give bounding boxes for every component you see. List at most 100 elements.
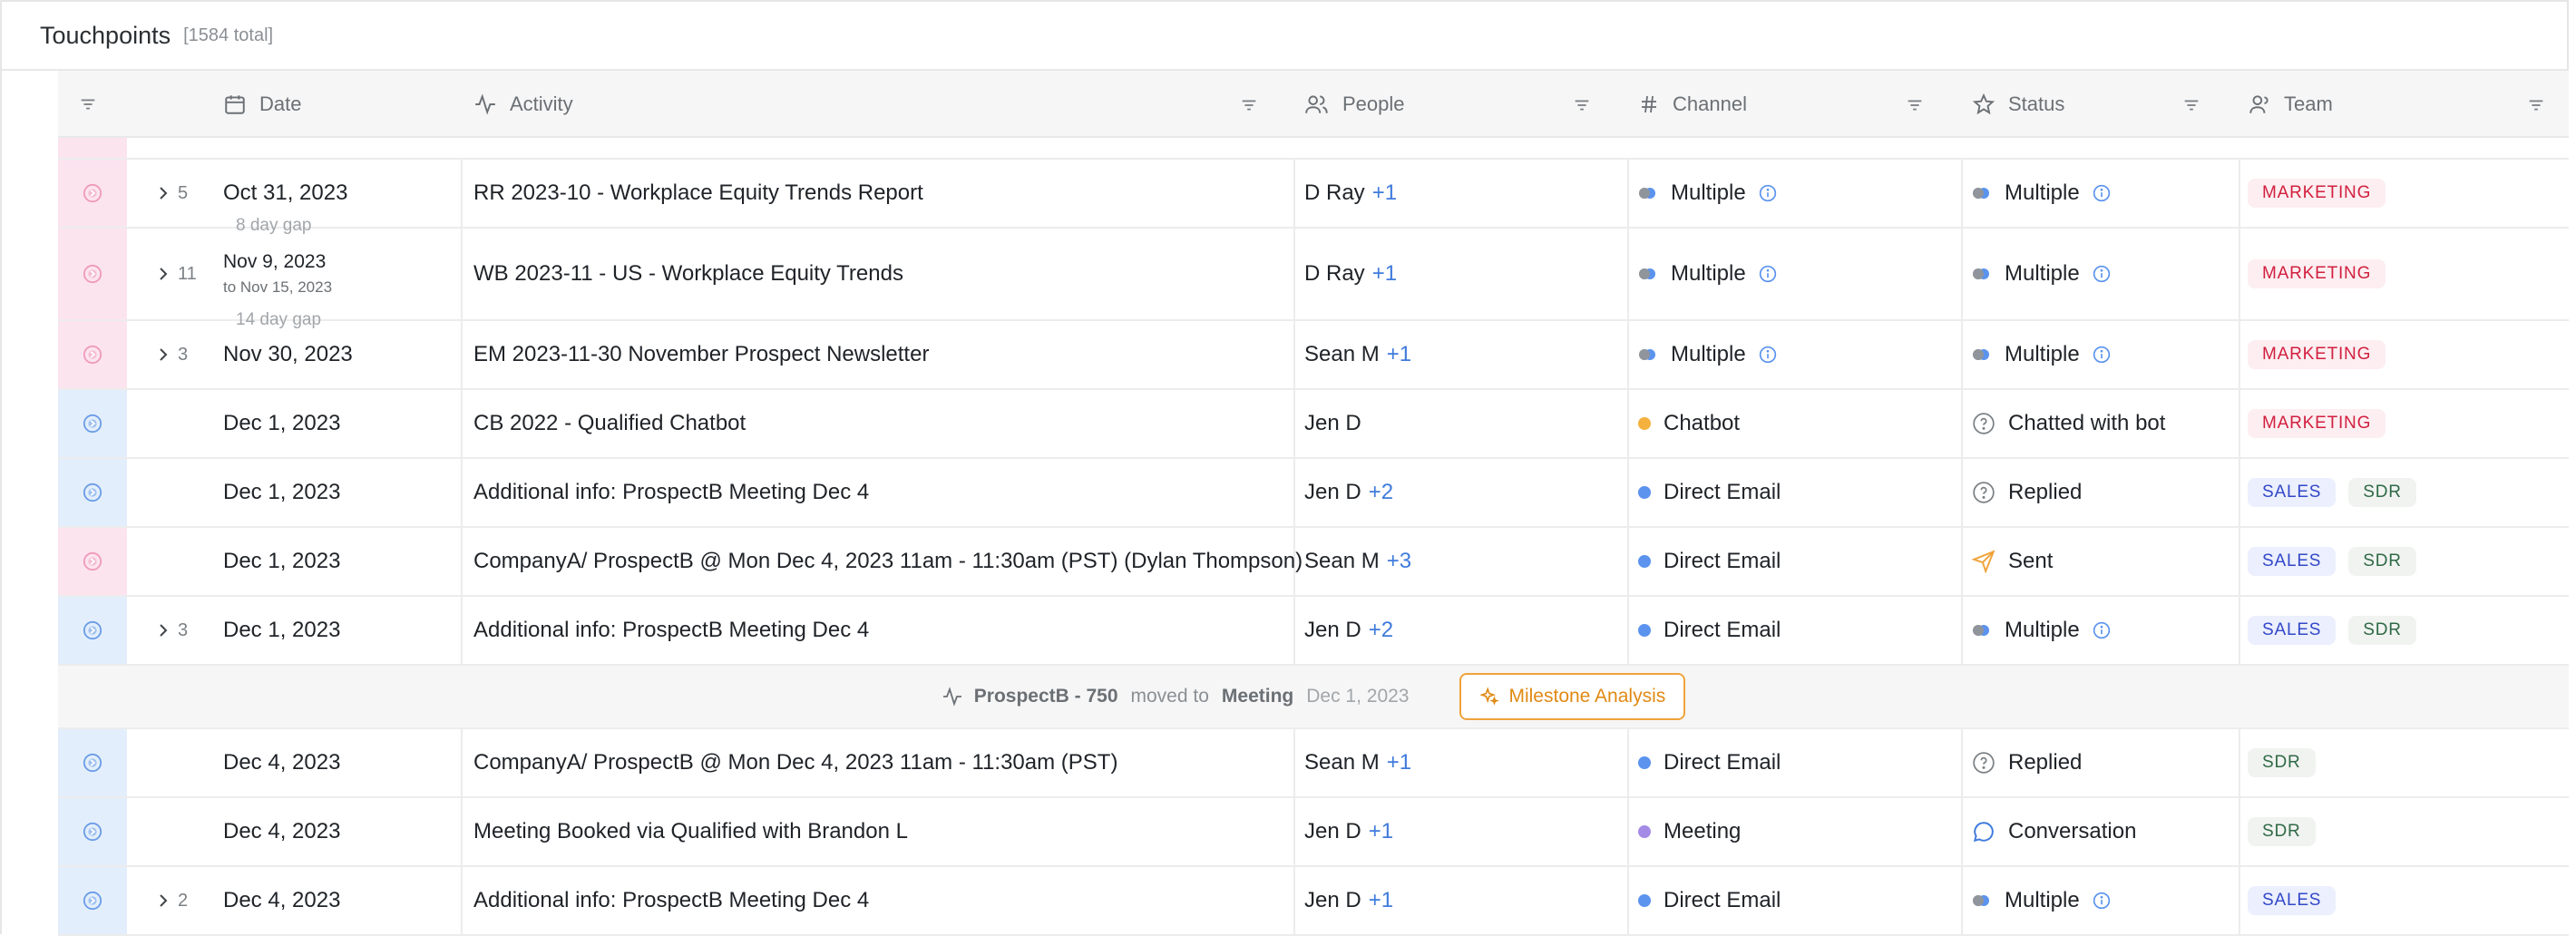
expand-toggle[interactable]: 5 [156, 160, 188, 227]
table-row[interactable]: Dec 4, 2023 CompanyA/ ProspectB @ Mon Dec… [58, 729, 2569, 798]
more-people-count[interactable]: +1 [1387, 750, 1411, 775]
people-cell[interactable]: Jen D +2 [1304, 597, 1393, 664]
channel-name: Chatbot [1664, 411, 1741, 435]
header-filter-all[interactable] [78, 71, 111, 138]
date-cell: Dec 4, 2023 [223, 729, 340, 796]
milestone-analysis-button[interactable]: Milestone Analysis [1459, 673, 1686, 720]
team-filter-icon[interactable] [2526, 95, 2546, 115]
more-people-count[interactable]: +1 [1387, 342, 1411, 367]
column-header-status[interactable]: Status [1972, 71, 2064, 138]
chevron-right-icon [160, 268, 168, 280]
status-filter-icon[interactable] [2181, 95, 2201, 115]
email-dot-icon [1638, 486, 1651, 499]
column-divider [2239, 321, 2240, 388]
activity-filter-icon[interactable] [1239, 95, 1259, 115]
table-row[interactable]: 5 Oct 31, 2023 RR 2023-10 - Workplace Equi… [58, 160, 2569, 229]
people-cell[interactable]: Sean M +1 [1304, 321, 1411, 388]
people-cell[interactable]: D Ray +1 [1304, 229, 1397, 319]
more-people-count[interactable]: +1 [1372, 180, 1397, 206]
touchpoint-icon[interactable] [83, 551, 102, 571]
column-header-date[interactable]: Date [223, 71, 301, 138]
email-dot-icon [1638, 894, 1651, 907]
status-cell: Multiple [1972, 321, 2111, 388]
people-cell[interactable]: Sean M +3 [1304, 528, 1411, 595]
expand-toggle[interactable]: 2 [156, 867, 188, 934]
people-cell[interactable]: Sean M +1 [1304, 729, 1411, 796]
info-icon[interactable] [1759, 346, 1777, 364]
more-people-count[interactable]: +1 [1372, 261, 1397, 287]
more-people-count[interactable]: +2 [1369, 618, 1393, 643]
touchpoint-icon[interactable] [83, 891, 102, 911]
team-badge: MARKETING [2248, 179, 2386, 208]
multiple-dots-icon [1638, 187, 1658, 200]
people-cell[interactable]: Jen D [1304, 390, 1361, 457]
team-badge: SDR [2248, 817, 2316, 846]
people-cell[interactable]: D Ray +1 [1304, 160, 1397, 227]
team-cell: SALES SDR [2248, 459, 2429, 526]
info-icon[interactable] [2093, 346, 2111, 364]
row-marker [58, 798, 127, 865]
touchpoint-icon[interactable] [83, 345, 102, 365]
activity-cell[interactable]: Additional info: ProspectB Meeting Dec 4 [473, 459, 869, 526]
info-icon[interactable] [1759, 184, 1777, 202]
people-filter-icon[interactable] [1572, 95, 1592, 115]
column-divider [461, 798, 463, 865]
person-name: D Ray [1304, 180, 1365, 205]
filter-icon[interactable] [78, 94, 98, 114]
column-header-channel[interactable]: Channel [1638, 71, 1747, 138]
expand-toggle[interactable]: 3 [156, 321, 188, 388]
column-divider [1961, 528, 1963, 595]
column-header-people[interactable]: People [1304, 71, 1405, 138]
activity-cell[interactable]: Additional info: ProspectB Meeting Dec 4 [473, 597, 869, 664]
info-icon[interactable] [2093, 621, 2111, 639]
table-row[interactable]: 2 Dec 4, 2023 Additional info: ProspectB M… [58, 867, 2569, 936]
table-row[interactable]: Dec 1, 2023 CompanyA/ ProspectB @ Mon Dec… [58, 528, 2569, 597]
activity-cell[interactable]: CB 2022 - Qualified Chatbot [473, 390, 746, 457]
column-divider [2239, 160, 2240, 227]
more-people-count[interactable]: +1 [1369, 888, 1393, 913]
column-divider [461, 459, 463, 526]
activity-cell[interactable]: CompanyA/ ProspectB @ Mon Dec 4, 2023 11… [473, 729, 1117, 796]
people-cell[interactable]: Jen D +2 [1304, 459, 1393, 526]
column-header-activity[interactable]: Activity [473, 71, 573, 138]
table-row[interactable]: Dec 1, 2023 CB 2022 - Qualified Chatbot Je… [58, 390, 2569, 459]
team-badge: SALES [2248, 886, 2337, 915]
expand-count: 5 [178, 182, 189, 203]
column-divider [1961, 160, 1963, 227]
activity-cell[interactable]: EM 2023-11-30 November Prospect Newslett… [473, 321, 929, 388]
expand-toggle[interactable]: 11 [156, 229, 197, 319]
touchpoint-icon[interactable] [83, 753, 102, 773]
activity-cell[interactable]: RR 2023-10 - Workplace Equity Trends Rep… [473, 160, 923, 227]
info-icon[interactable] [2093, 265, 2111, 283]
activity-name: Meeting Booked via Qualified with Brando… [473, 819, 908, 843]
activity-name: RR 2023-10 - Workplace Equity Trends Rep… [473, 180, 923, 205]
touchpoint-icon[interactable] [83, 183, 102, 203]
column-header-team[interactable]: Team [2248, 71, 2333, 138]
touchpoint-icon[interactable] [83, 620, 102, 640]
column-divider [1627, 867, 1629, 934]
table-row[interactable]: 11 Nov 9, 2023 to Nov 15, 2023 WB 2023-11 -… [58, 229, 2569, 321]
table-row[interactable]: Dec 1, 2023 Additional info: ProspectB Me… [58, 459, 2569, 528]
more-people-count[interactable]: +2 [1369, 480, 1393, 505]
info-icon[interactable] [2093, 892, 2111, 910]
expand-toggle[interactable]: 3 [156, 597, 188, 664]
table-row[interactable]: 3 Dec 1, 2023 Additional info: ProspectB M… [58, 597, 2569, 666]
people-cell[interactable]: Jen D +1 [1304, 867, 1393, 934]
more-people-count[interactable]: +1 [1369, 819, 1393, 844]
info-icon[interactable] [2093, 184, 2111, 202]
activity-cell[interactable]: Additional info: ProspectB Meeting Dec 4 [473, 867, 869, 934]
table-row[interactable]: Dec 4, 2023 Meeting Booked via Qualified … [58, 798, 2569, 867]
people-cell[interactable]: Jen D +1 [1304, 798, 1393, 865]
chevron-right-icon [160, 187, 168, 200]
touchpoint-icon[interactable] [83, 264, 102, 284]
touchpoint-icon[interactable] [83, 822, 102, 842]
activity-cell[interactable]: Meeting Booked via Qualified with Brando… [473, 798, 908, 865]
activity-cell[interactable]: CompanyA/ ProspectB @ Mon Dec 4, 2023 11… [473, 528, 1303, 595]
touchpoint-icon[interactable] [83, 414, 102, 434]
activity-cell[interactable]: WB 2023-11 - US - Workplace Equity Trend… [473, 229, 903, 319]
info-icon[interactable] [1759, 265, 1777, 283]
channel-filter-icon[interactable] [1905, 95, 1925, 115]
touchpoint-icon[interactable] [83, 483, 102, 502]
more-people-count[interactable]: +3 [1387, 549, 1411, 574]
table-row[interactable]: 3 Nov 30, 2023 EM 2023-11-30 November Pros… [58, 321, 2569, 390]
